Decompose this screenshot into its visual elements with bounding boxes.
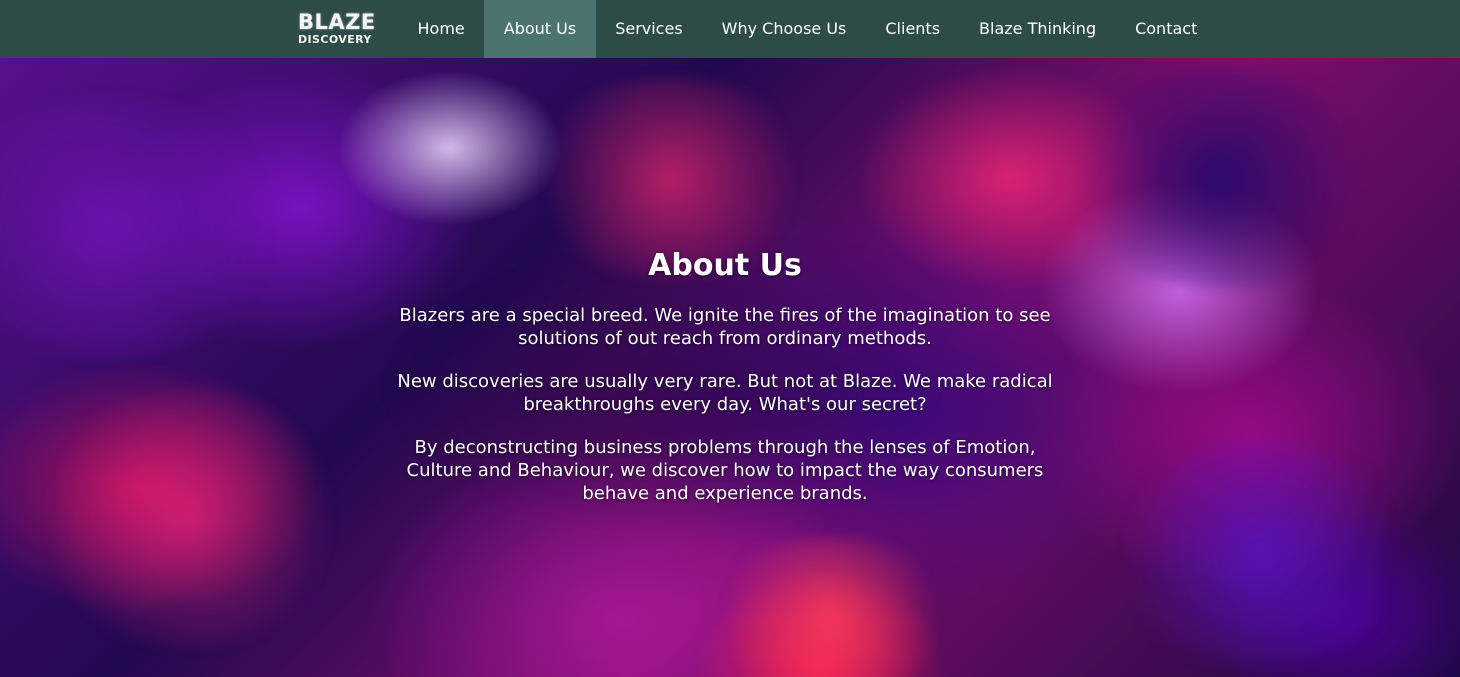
about-paragraph-1: Blazers are a special breed. We ignite t… (399, 305, 1051, 349)
nav-item-clients[interactable]: Clients (866, 0, 960, 58)
blaze-discovery-logo[interactable]: BLAZE DISCOVERY (298, 12, 386, 46)
about-us-section: About Us Blazers are a special breed. We… (380, 248, 1070, 525)
swirl-decoration (700, 538, 960, 677)
nav-item-services[interactable]: Services (596, 0, 702, 58)
swirl-decoration (1050, 68, 1390, 288)
about-paragraph-2: New discoveries are usually very rare. B… (397, 371, 1053, 415)
swirl-decoration (1100, 438, 1420, 668)
nav-item-home[interactable]: Home (398, 0, 484, 58)
swirl-decoration (0, 98, 300, 358)
nav-item-contact[interactable]: Contact (1116, 0, 1217, 58)
nav-item-why-choose-us[interactable]: Why Choose Us (702, 0, 866, 58)
nav-item-about-us[interactable]: About Us (484, 0, 596, 58)
about-paragraph-3: By deconstructing business problems thro… (406, 437, 1044, 504)
page-title: About Us (648, 248, 802, 283)
logo-wordmark-top: BLAZE (298, 10, 376, 34)
nav-item-blaze-thinking[interactable]: Blaze Thinking (960, 0, 1116, 58)
logo-wordmark-bottom: DISCOVERY (298, 33, 372, 46)
main-nav: Home About Us Services Why Choose Us Cli… (398, 0, 1217, 58)
top-navbar: BLAZE DISCOVERY Home About Us Services W… (0, 0, 1460, 58)
swirl-decoration (30, 388, 350, 648)
